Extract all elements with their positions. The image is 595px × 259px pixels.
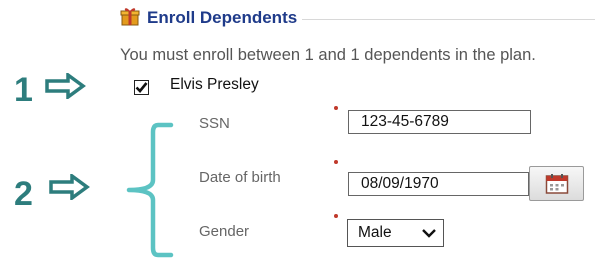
ssn-input[interactable]: 123-45-6789: [348, 110, 531, 134]
chevron-down-icon: [422, 229, 436, 238]
checkmark-icon: [135, 82, 148, 93]
required-marker: [334, 214, 338, 218]
step-number-2: 2: [14, 175, 33, 213]
step-number-1: 1: [14, 71, 33, 109]
enroll-instructions: You must enroll between 1 and 1 dependen…: [120, 46, 536, 64]
gender-select[interactable]: Male: [347, 219, 444, 247]
required-marker: [334, 106, 338, 110]
calendar-icon: [545, 174, 569, 194]
section-title: Enroll Dependents: [147, 8, 298, 27]
dob-label: Date of birth: [199, 169, 281, 186]
ssn-label: SSN: [199, 115, 230, 132]
gift-icon: [120, 8, 140, 26]
section-divider: [302, 19, 595, 20]
required-marker: [334, 160, 338, 164]
dob-input[interactable]: 08/09/1970: [348, 172, 529, 196]
gender-label: Gender: [199, 223, 250, 240]
right-arrow-icon: [49, 174, 90, 200]
right-arrow-icon: [45, 73, 86, 99]
calendar-button[interactable]: [529, 166, 584, 201]
dependent-name: Elvis Presley: [170, 76, 259, 93]
gender-selected-value: Male: [358, 224, 392, 241]
dependent-checkbox[interactable]: [134, 80, 149, 95]
curly-brace-icon: [126, 122, 174, 258]
